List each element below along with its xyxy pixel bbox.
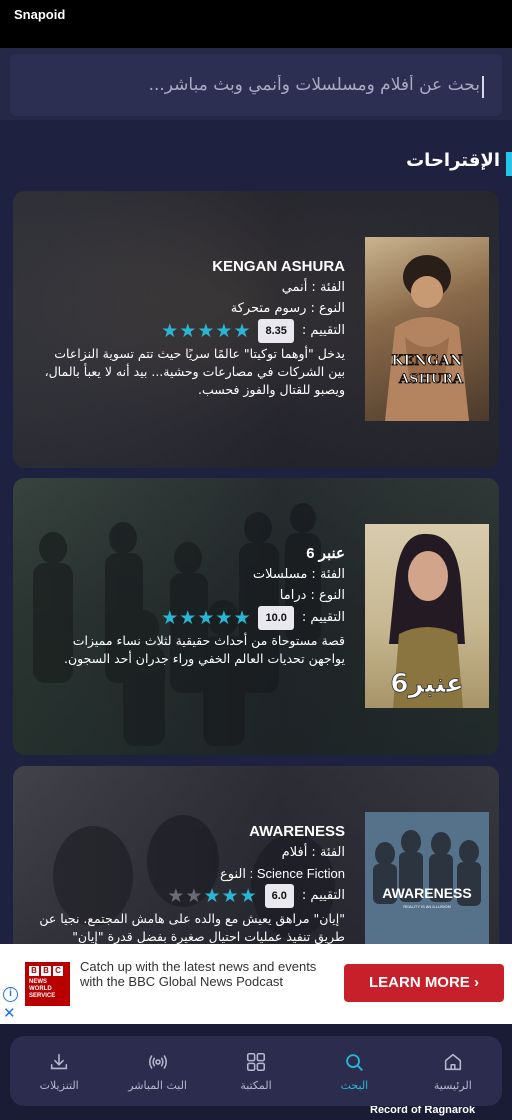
bbc-logo: B B C NEWS WORLD SERVICE [25,962,70,1006]
learn-more-button[interactable]: LEARN MORE › [344,964,504,1002]
poster-art: عنبر6 [389,533,465,708]
card-info: AWARENESS الفئة : أفلام Science Fiction … [35,822,345,946]
poster-tagline: REALITY IS AN ILLUSION [403,904,450,909]
section-title: الإقتراحات [406,150,500,171]
search-box[interactable] [10,54,502,116]
ad-close-icon[interactable]: ✕ [3,1004,16,1022]
star-icon: ★ [197,607,215,629]
poster-title: KENGAN [391,353,462,369]
card-genre: النوع : دراما [279,588,345,603]
home-icon [444,1053,461,1070]
poster-art: KENGAN ASHURA [385,255,469,421]
card-description: يدخل "أوهما توكيتا" عالمًا سريًا حيث تتم… [44,346,345,397]
card-poster[interactable]: KENGAN ASHURA [365,237,489,421]
poster-subtitle: ASHURA [398,372,464,387]
card-info: عنبر 6 الفئة : مسلسلات النوع : دراما الت… [35,544,345,668]
nav-item-downloads[interactable]: التنزيلات [10,1036,108,1106]
grid-icon [246,1052,266,1071]
card-description: "إيان" مراهق يعيش مع والده على هامش المج… [39,911,345,944]
card-description: قصة مستوحاة من أحداث حقيقية لثلاث نساء م… [63,633,345,666]
card-category: الفئة : مسلسلات [252,567,345,582]
star-icon: ★ [161,320,179,342]
suggestion-card[interactable]: KENGAN ASHURA KENGAN ASHURA الفئة : أنمي… [13,191,499,468]
rating-label: التقييم : [301,888,345,903]
card-rating: التقييم : 10.0 ★ ★ ★ ★ ★ [35,606,345,630]
star-icon: ★ [161,607,179,629]
card-poster[interactable]: عنبر6 [365,524,489,708]
rating-value: 6.0 [264,884,294,908]
card-title: AWARENESS [249,823,345,840]
ad-text: Catch up with the latest news and events… [80,959,317,989]
star-icon: ★ [215,320,233,342]
rating-label: التقييم : [301,610,345,625]
star-icon: ★ [233,607,251,629]
card-title: KENGAN ASHURA [212,258,345,275]
suggestion-card[interactable]: عنبر6 عنبر 6 الفئة : مسلسلات النوع : درا… [13,478,499,755]
rating-value: 8.35 [258,319,294,343]
star-icon: ★ [179,607,197,629]
star-icon: ★ [215,607,233,629]
card-genre: النوع : رسوم متحركة [230,301,345,316]
poster-title: عنبر6 [390,669,463,699]
star-icon: ★ [233,320,251,342]
nav-label: البحث [340,1078,369,1092]
star-icon: ★ [179,320,197,342]
card-info: KENGAN ASHURA الفئة : أنمي النوع : رسوم … [35,257,345,399]
card-title: عنبر 6 [306,545,345,562]
nav-item-home[interactable]: الرئيسية [404,1036,502,1106]
nav-label: المكتبة [240,1078,272,1092]
learn-more-label: LEARN MORE [368,974,470,991]
download-icon [51,1053,68,1069]
card-rating: التقييم : 8.35 ★ ★ ★ ★ ★ [35,319,345,343]
search-icon [346,1053,364,1071]
star-rating: ★ ★ ★ ★ ★ [161,608,250,628]
star-icon: ★ [185,885,203,907]
chevron-right-icon: › [474,974,479,991]
nav-item-library[interactable]: المكتبة [207,1036,305,1106]
star-icon: ★ [197,320,215,342]
nav-item-live[interactable]: البث المباشر [108,1036,206,1106]
card-category: الفئة : أنمي [281,280,345,295]
star-icon: ★ [221,885,239,907]
nav-item-search[interactable]: البحث [305,1036,403,1106]
poster-title: AWARENESS [382,885,471,901]
status-bar: Snapoid [0,0,512,48]
broadcast-icon [148,1054,167,1069]
ad-info-icon[interactable]: i [3,987,18,1002]
bottom-nav: التنزيلات البث المباشر المكتبة البحث الر… [10,1036,502,1106]
text-cursor [482,76,484,98]
nav-label: التنزيلات [39,1078,79,1092]
card-category: الفئة : أفلام [281,845,345,860]
nav-label: البث المباشر [128,1078,187,1092]
star-icon: ★ [203,885,221,907]
search-header [0,48,512,120]
app-name: Snapoid [14,7,66,22]
rating-value: 10.0 [258,606,294,630]
card-genre: Science Fiction : النوع [220,866,345,881]
star-icon: ★ [239,885,257,907]
nav-label: الرئيسية [433,1078,472,1092]
rating-label: التقييم : [301,323,345,338]
star-icon: ★ [167,885,185,907]
card-rating: التقييم : 6.0 ★ ★ ★ ★ ★ [35,884,345,908]
section-accent-bar [506,152,512,176]
search-input[interactable] [10,54,502,116]
star-rating: ★ ★ ★ ★ ★ [167,886,256,906]
star-rating: ★ ★ ★ ★ ★ [161,321,250,341]
